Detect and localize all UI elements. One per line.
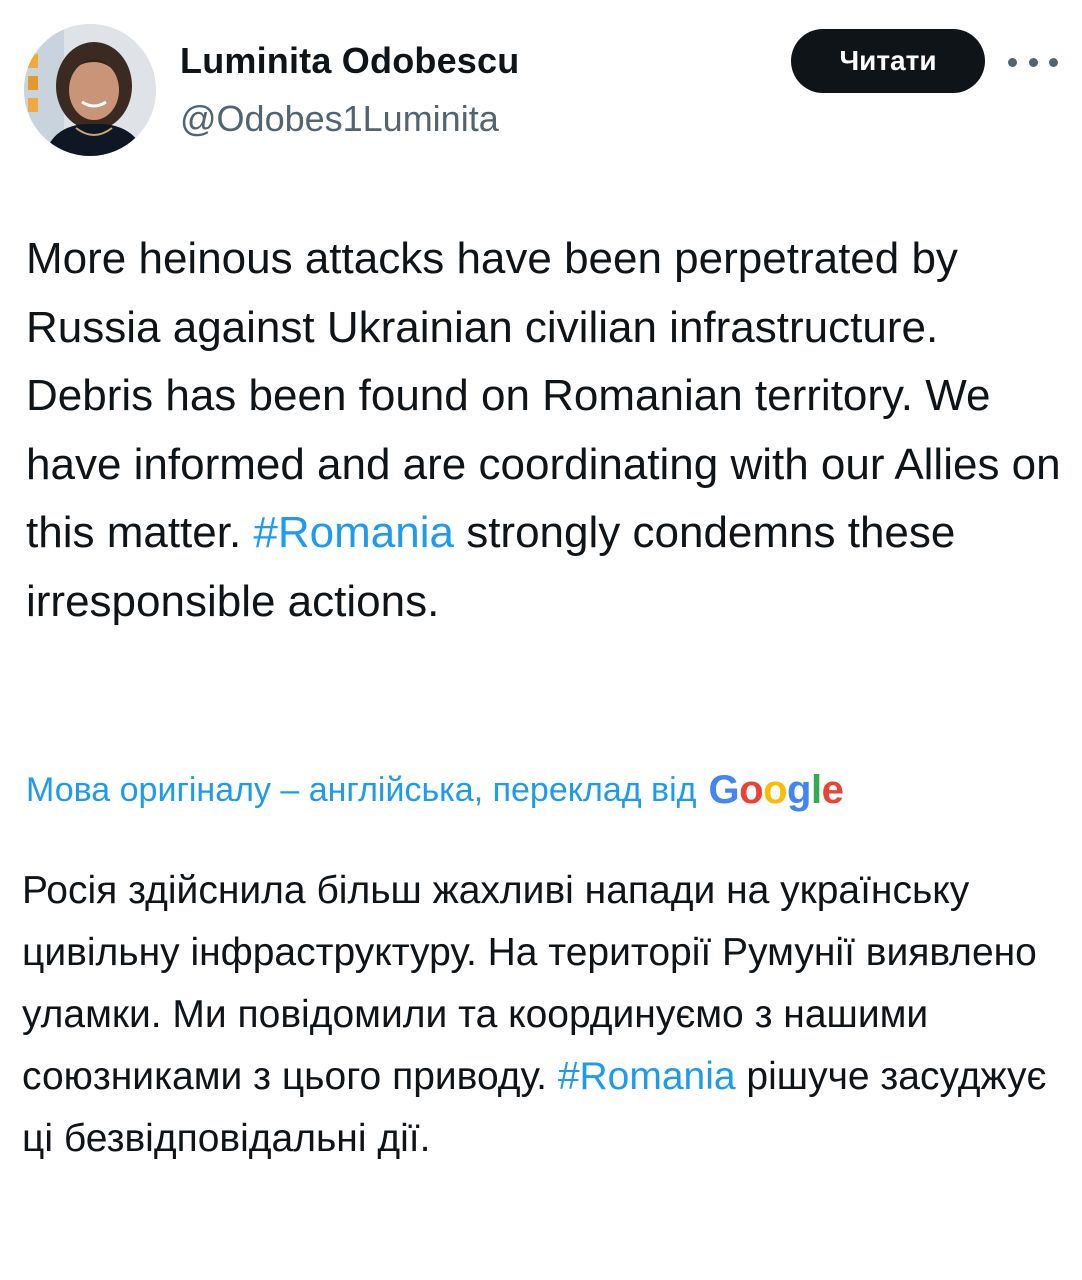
more-dot [1049, 57, 1058, 67]
google-logo-letter: G [708, 768, 740, 812]
avatar-image [24, 24, 156, 156]
translation-note[interactable]: Мова оригіналу – англійська, переклад ві… [26, 768, 844, 813]
google-logo: Google [709, 768, 844, 813]
translated-text: Росія здійснила більш жахливі напади на … [22, 860, 1067, 1170]
more-dot [1008, 57, 1017, 67]
tweet-header: Luminita Odobescu @Odobes1Luminita Читат… [0, 0, 1082, 170]
author-handle[interactable]: @Odobes1Luminita [180, 98, 499, 140]
more-horizontal-icon[interactable] [1008, 42, 1058, 82]
hashtag-romania-translated[interactable]: #Romania [558, 1055, 736, 1098]
author-name[interactable]: Luminita Odobescu [180, 40, 519, 82]
google-logo-letter: e [821, 768, 844, 812]
google-logo-letter: o [739, 768, 764, 812]
google-logo-letter: o [763, 768, 787, 812]
google-logo-letter: l [810, 768, 822, 812]
google-logo-letter: g [787, 768, 811, 812]
hashtag-romania[interactable]: #Romania [253, 508, 454, 557]
avatar[interactable] [24, 24, 156, 156]
more-dot [1028, 57, 1038, 67]
translation-note-text: Мова оригіналу – англійська, переклад ві… [26, 771, 697, 809]
read-button[interactable]: Читати [791, 29, 985, 93]
tweet-text: More heinous attacks have been perpetrat… [26, 225, 1066, 636]
